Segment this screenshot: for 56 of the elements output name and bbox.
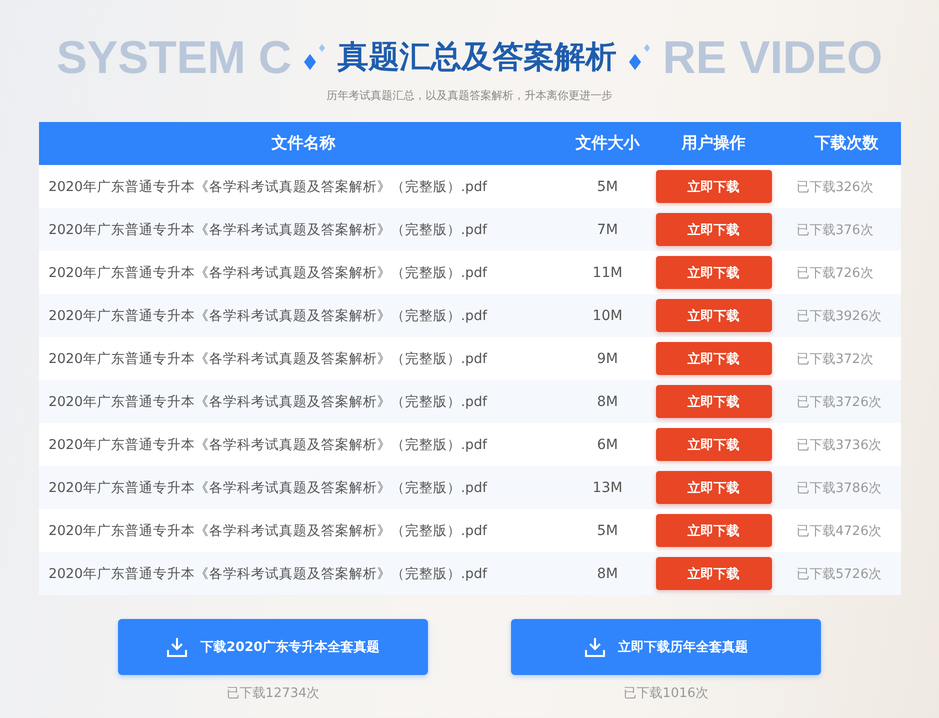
download-count: 已下载4726次	[796, 522, 883, 540]
file-name: 2020年广东普通专升本《各学科考试真题及答案解析》（完整版）.pdf	[48, 564, 488, 582]
file-size: 7M	[596, 222, 619, 238]
file-size: 5M	[596, 522, 619, 538]
page-title: 真题汇总及答案解析	[338, 38, 617, 77]
download-button[interactable]: 立即下载	[656, 170, 772, 203]
file-name: 2020年广东普通专升本《各学科考试真题及答案解析》（完整版）.pdf	[48, 306, 488, 324]
file-size: 13M	[592, 480, 624, 496]
download-count: 已下载3726次	[796, 394, 883, 410]
file-name: 2020年广东普通专升本《各学科考试真题及答案解析》（完整版）.pdf	[48, 522, 488, 540]
download-button[interactable]: 立即下载	[656, 385, 772, 418]
file-size: 11M	[592, 264, 624, 280]
download-count: 已下载12734次	[226, 685, 320, 702]
column-header: 用户操作	[680, 133, 746, 154]
subtitle: 历年考试真题汇总，以及真题答案解析，升本离你更进一步	[326, 88, 612, 103]
backdrop-text: SYSTEM C	[56, 34, 292, 80]
download-button[interactable]: 立即下载	[656, 342, 772, 375]
file-name: 2020年广东普通专升本《各学科考试真题及答案解析》（完整版）.pdf	[48, 436, 488, 454]
download-all-button[interactable]: 立即下载历年全套真题	[511, 619, 821, 675]
file-size: 9M	[596, 350, 619, 366]
file-size: 10M	[592, 308, 624, 324]
file-name: 2020年广东普通专升本《各学科考试真题及答案解析》（完整版）.pdf	[48, 478, 488, 496]
download-button[interactable]: 立即下载	[656, 256, 772, 289]
diamond-icon	[626, 42, 653, 72]
download-all-button[interactable]: 下载2020广东专升本全套真题	[118, 619, 428, 675]
download-icon	[584, 636, 606, 658]
download-button[interactable]: 立即下载	[656, 213, 772, 246]
download-count: 已下载726次	[796, 264, 874, 282]
download-count: 已下载5726次	[796, 566, 883, 582]
file-size: 6M	[596, 436, 619, 452]
column-header: 文件大小	[574, 133, 641, 154]
file-name: 2020年广东普通专升本《各学科考试真题及答案解析》（完整版）.pdf	[48, 392, 488, 410]
file-size: 5M	[596, 178, 619, 194]
download-button[interactable]: 立即下载	[656, 514, 772, 547]
download-count: 已下载3926次	[796, 308, 883, 324]
file-name: 2020年广东普通专升本《各学科考试真题及答案解析》（完整版）.pdf	[48, 350, 488, 368]
download-button[interactable]: 立即下载	[656, 557, 772, 590]
file-size: 8M	[596, 394, 619, 410]
download-count: 已下载1016次	[623, 685, 709, 702]
download-count: 已下载3736次	[796, 436, 883, 454]
column-header: 文件名称	[270, 133, 336, 154]
download-count: 已下载376次	[796, 222, 874, 238]
diamond-icon	[302, 42, 328, 72]
download-count: 已下载326次	[796, 178, 874, 196]
download-button[interactable]: 立即下载	[656, 471, 772, 504]
download-button[interactable]: 立即下载	[656, 428, 772, 461]
backdrop-text: RE VIDEO	[662, 34, 882, 80]
file-size: 8M	[596, 566, 619, 582]
file-name: 2020年广东普通专升本《各学科考试真题及答案解析》（完整版）.pdf	[48, 220, 488, 238]
download-count: 已下载3786次	[796, 480, 883, 496]
download-count: 已下载372次	[796, 350, 874, 368]
download-button[interactable]: 立即下载	[656, 299, 772, 332]
download-icon	[166, 636, 188, 658]
column-header: 下载次数	[814, 133, 880, 154]
file-name: 2020年广东普通专升本《各学科考试真题及答案解析》（完整版）.pdf	[48, 178, 488, 196]
file-name: 2020年广东普通专升本《各学科考试真题及答案解析》（完整版）.pdf	[48, 264, 488, 282]
